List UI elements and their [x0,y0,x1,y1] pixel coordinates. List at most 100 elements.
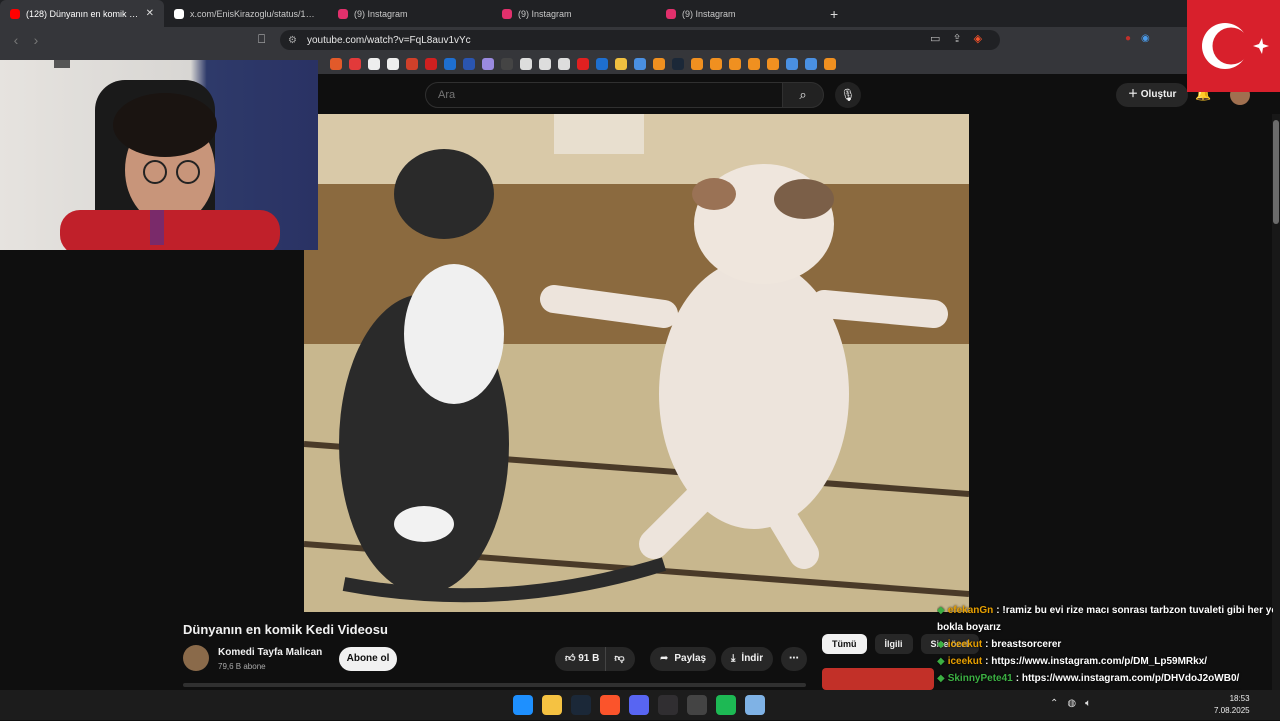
dislike-button[interactable]: 👎︎ [605,647,625,671]
bookmark-favicon-icon[interactable] [330,57,342,70]
voice-search-button[interactable]: 🎙 [835,82,861,108]
recommended-video-thumbnail[interactable] [822,668,934,690]
video-frame-cats [304,114,969,612]
tab-favicon-icon [338,8,348,19]
channel-name[interactable]: Komedi Tayfa Malican [218,647,322,658]
filter-chip[interactable]: İlgili [874,634,913,654]
discord-icon[interactable] [629,695,649,715]
windows-icon[interactable] [513,695,533,715]
bookmark-favicon-icon[interactable] [748,57,760,70]
bookmark-favicon-icon[interactable] [539,57,551,70]
download-icon: ⤓ [731,653,736,664]
browser-tab[interactable]: (9) Instagram [328,0,492,27]
bookmark-favicon-icon[interactable] [520,57,532,70]
ublock-icon[interactable]: ● [1125,33,1131,44]
browser-tab[interactable]: (9) Instagram [656,0,820,27]
tray-chevron-icon[interactable]: ⌃ [1050,698,1058,709]
plus-icon: ＋ [1128,89,1141,100]
bookmark-favicon-icon[interactable] [824,57,836,70]
mic-icon: 🎙 [840,88,856,102]
share-button[interactable]: ➦ Paylaş [650,647,717,671]
video-player[interactable] [304,114,969,612]
like-button[interactable]: 👍︎ 91 B [565,647,599,671]
download-button[interactable]: ⤓ İndir [721,647,774,671]
bookmark-favicon-icon[interactable] [349,57,361,70]
url-text: youtube.com/watch?v=FqL8auv1vYc [306,34,471,46]
scrollbar-thumb[interactable] [1273,120,1279,224]
search-input[interactable] [425,82,783,108]
brave-icon[interactable] [600,695,620,715]
bookmark-favicon-icon[interactable] [577,57,589,70]
thumbs-down-icon: 👎︎ [614,653,625,664]
folder-icon[interactable] [542,695,562,715]
bookmark-favicon-icon[interactable] [691,57,703,70]
chrome-icon[interactable] [687,695,707,715]
new-tab-button[interactable]: + [820,6,848,22]
chat-text: : breastsorcerer [985,639,1062,650]
browser-tab[interactable]: (128) Dünyanın en komik Kedi Videosu ✕ [0,0,164,27]
flag-crescent-star-icon [1202,23,1269,69]
brave-shield-icon[interactable]: ◈ [974,32,982,45]
site-info-icon[interactable]: ⚙ [288,35,297,46]
browser-tab[interactable]: x.com/EnisKirazoglu/status/19534770 [164,0,328,27]
share-page-icon[interactable]: ⇪ [952,32,961,45]
bookmark-favicon-icon[interactable] [596,57,608,70]
system-clock[interactable]: 18:53 7.08.2025 [1214,693,1250,717]
spotify-icon[interactable] [716,695,736,715]
app-icon[interactable] [745,695,765,715]
filter-chip[interactable]: Tümü [822,634,867,654]
bookmark-favicon-icon[interactable] [710,57,722,70]
steam-icon[interactable] [571,695,591,715]
bookmark-favicon-icon[interactable] [805,57,817,70]
chat-username: iceekut [947,639,983,650]
create-button[interactable]: ＋ Oluştur [1116,83,1189,107]
turkish-flag-overlay [1187,0,1280,92]
chat-text: : https://www.instagram.com/p/DM_Lp59MRk… [985,656,1208,667]
chat-message: bokla boyarız [937,619,1273,636]
bookmark-favicon-icon[interactable] [501,57,513,70]
forward-button[interactable]: › [26,32,46,48]
extensions: ● ◉ [1125,33,1150,44]
page-scrollbar[interactable] [1272,114,1280,690]
bookmark-favicon-icon[interactable] [558,57,570,70]
back-button[interactable]: ‹ [6,32,26,48]
url-field[interactable]: ⚙ youtube.com/watch?v=FqL8auv1vYc [280,30,1000,50]
network-icon[interactable]: ◍ [1067,698,1076,709]
bookmark-favicon-icon[interactable] [425,57,437,70]
share-label: Paylaş [674,653,707,664]
bookmark-favicon-icon[interactable] [444,57,456,70]
tab-title: (9) Instagram [518,8,572,19]
audio-icon[interactable]: ◉ [1141,33,1150,44]
bookmark-favicon-icon[interactable] [387,57,399,70]
close-tab-icon[interactable]: ✕ [146,8,154,19]
bookmark-favicon-icon[interactable] [482,57,494,70]
obs-icon[interactable] [658,695,678,715]
bookmark-icon[interactable]: ⎕ [258,32,265,47]
chat-message: ◆ efekanGn: !ramiz bu evi rize macı sonra… [937,602,1273,619]
channel-avatar[interactable] [183,645,209,671]
cast-icon[interactable]: ▭ [930,32,940,45]
chat-badge-icon: ◆ [937,605,945,616]
bookmark-favicon-icon[interactable] [672,57,684,70]
browser-tab[interactable]: (9) Instagram [492,0,656,27]
bookmark-favicon-icon[interactable] [368,57,380,70]
search-icon: ⌕ [799,87,807,102]
subscribe-button[interactable]: Abone ol [339,647,397,671]
search-button[interactable]: ⌕ [782,82,824,108]
bookmark-favicon-icon[interactable] [406,57,418,70]
browser-tab-bar: (128) Dünyanın en komik Kedi Videosu ✕ x.c… [0,0,1280,27]
volume-icon[interactable]: 🔈︎ [1085,698,1091,709]
more-actions-button[interactable]: ⋯ [781,647,807,671]
bookmark-favicon-icon[interactable] [729,57,741,70]
tab-title: (9) Instagram [682,8,736,19]
bookmark-favicon-icon[interactable] [615,57,627,70]
thumbs-up-icon: 👍︎ [565,653,579,664]
bookmark-favicon-icon[interactable] [463,57,475,70]
description-box[interactable] [183,683,806,687]
bookmark-favicon-icon[interactable] [653,57,665,70]
system-tray: ⌃ ◍ 🔈︎ [1050,698,1091,709]
bookmark-favicon-icon[interactable] [634,57,646,70]
webcam-overlay [0,60,318,250]
bookmark-favicon-icon[interactable] [786,57,798,70]
bookmark-favicon-icon[interactable] [767,57,779,70]
